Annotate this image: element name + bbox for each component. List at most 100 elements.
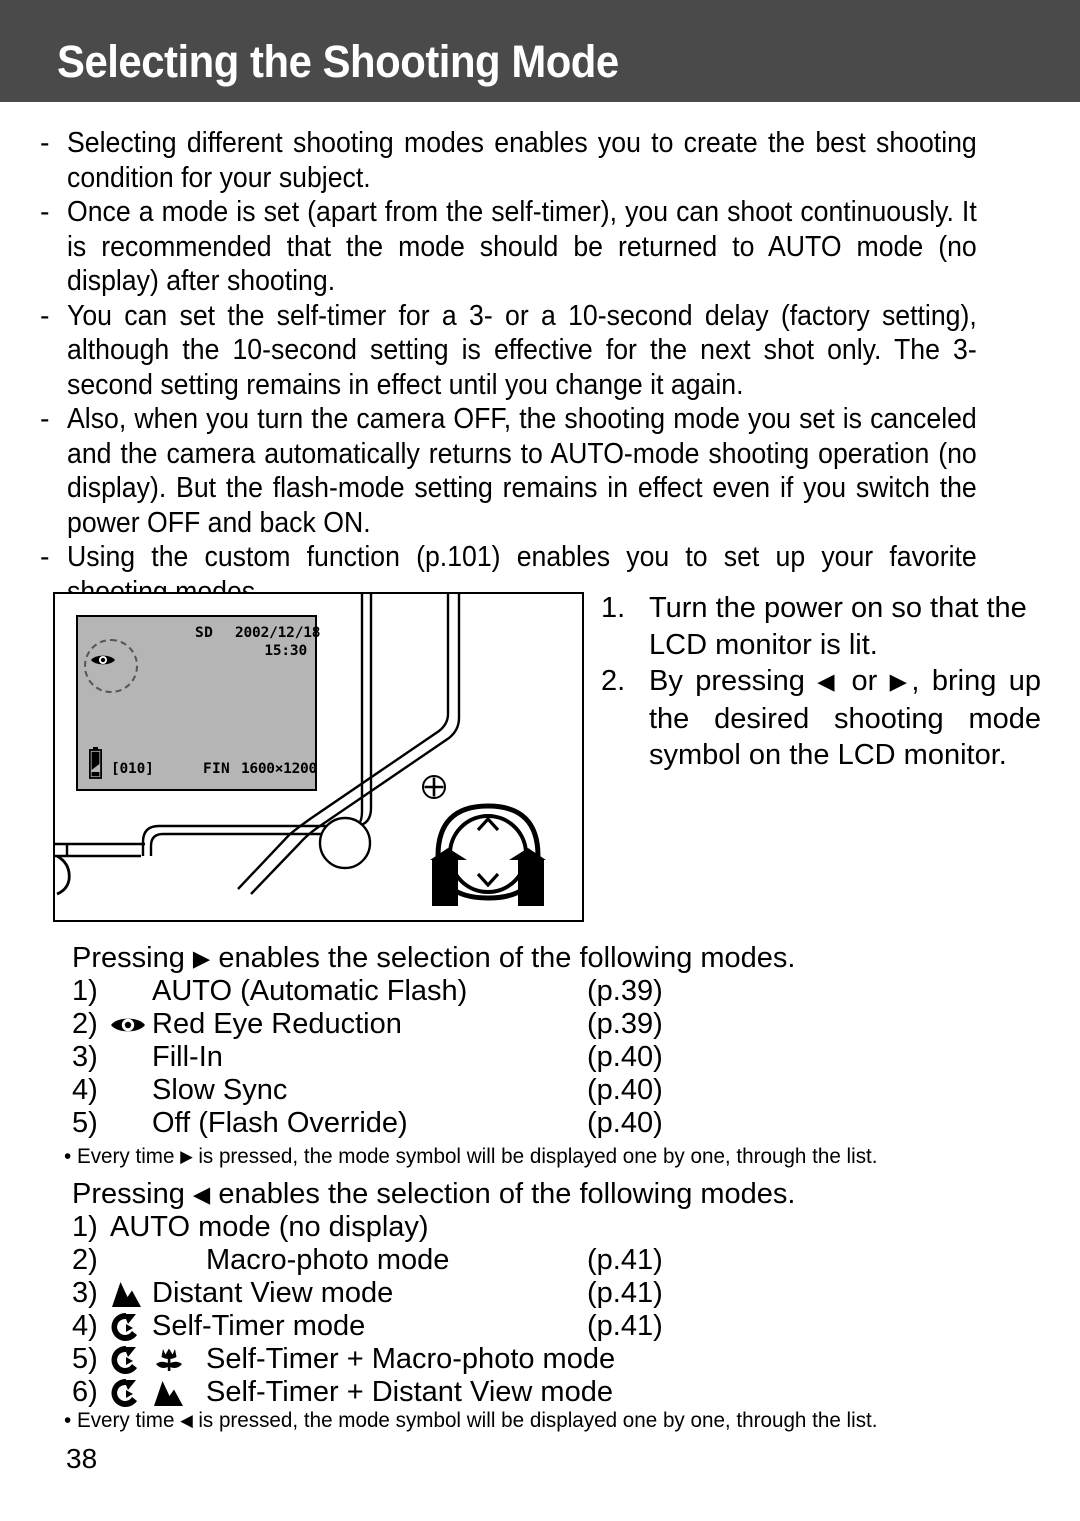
page-number: 38 (66, 1443, 98, 1474)
bullet-dash: - (40, 127, 50, 159)
mode-list-item[interactable]: 3) Distant View mode (p.41) (72, 1277, 1032, 1310)
mode-page-ref: (p.40) (587, 1107, 663, 1139)
right-triangle-icon: ▶ (192, 946, 211, 971)
mode-label: AUTO mode (no display) (110, 1211, 429, 1243)
intro-bullet-list: - Selecting different shooting modes ena… (40, 126, 1040, 609)
bullet-dash: - (40, 299, 50, 332)
bullet-dash: - (40, 541, 50, 573)
mode-icon-slot (152, 1378, 206, 1408)
numbered-steps: 1. Turn the power on so that the LCD mon… (601, 590, 1041, 774)
mode-icon-slot (110, 1377, 152, 1409)
mode-index: 4) (72, 1310, 98, 1342)
flash-mode-heading: Pressing ▶ enables the selection of the … (72, 942, 1032, 975)
mode-index: 5) (72, 1343, 98, 1375)
mode-page-ref: (p.41) (587, 1310, 663, 1342)
mode-list-item[interactable]: 5) Off (Flash Override) (p.40) (72, 1107, 1032, 1140)
mode-page-ref: (p.40) (587, 1074, 663, 1106)
mode-label: Macro-photo mode (206, 1244, 450, 1276)
mode-index: 3) (72, 1041, 98, 1073)
intro-bullet-text: You can set the self-timer for a 3- or a… (67, 299, 977, 401)
page-header-bar: Selecting the Shooting Mode (0, 0, 1080, 102)
round-button-icon[interactable] (318, 816, 372, 870)
mode-index: 6) (72, 1376, 98, 1408)
mode-list-item[interactable]: 1) AUTO (Automatic Flash) (p.39) (72, 975, 1032, 1008)
lcd-resolution: 1600×1200 (241, 761, 317, 777)
intro-bullet: - Also, when you turn the camera OFF, th… (40, 402, 1040, 540)
mode-list-item[interactable]: 4) Self-Timer mode (p.41) (72, 1310, 1032, 1343)
mode-index: 1) (72, 1211, 98, 1243)
intro-bullet-text: Once a mode is set (apart from the self-… (67, 196, 977, 297)
mode-page-ref: (p.41) (587, 1244, 663, 1276)
lcd-time: 15:30 (264, 643, 307, 659)
left-triangle-icon: ◀ (192, 1182, 211, 1207)
mountain-icon (154, 1380, 183, 1406)
page-title: Selecting the Shooting Mode (57, 36, 619, 87)
step-item: 1. Turn the power on so that the LCD mon… (601, 590, 1041, 663)
mode-list-item[interactable]: 4) Slow Sync (p.40) (72, 1074, 1032, 1107)
mode-label: Self-Timer mode (152, 1310, 366, 1342)
mode-index: 1) (72, 975, 98, 1007)
note-post: is pressed, the mode symbol will be disp… (192, 1144, 878, 1168)
mode-label: Off (Flash Override) (152, 1107, 408, 1139)
step-text: Turn the power on so that the LCD monito… (649, 592, 1027, 661)
mode-list-item[interactable]: 3) Fill-In (p.40) (72, 1041, 1032, 1074)
mode-icon-slot (110, 1279, 152, 1309)
shooting-mode-list: Pressing ◀ enables the selection of the … (72, 1178, 1032, 1409)
mode-list-item[interactable]: 6) Self-Timer + Distant View mode (72, 1376, 1032, 1409)
red-eye-icon (91, 655, 115, 665)
mode-list-item[interactable]: 2) Macro-photo mode (p.41) (72, 1244, 1032, 1277)
mode-list-item[interactable]: 1) AUTO mode (no display) (72, 1211, 1032, 1244)
red-eye-icon (111, 1018, 145, 1031)
shooting-mode-heading: Pressing ◀ enables the selection of the … (72, 1178, 1032, 1211)
step-text-pre: By pressing (649, 665, 818, 697)
self-timer-icon (111, 1312, 137, 1341)
mode-label: AUTO (Automatic Flash) (152, 975, 468, 1007)
note-pre: Every time (71, 1144, 181, 1168)
shooting-mode-note: • Every time ◀ is pressed, the mode symb… (64, 1407, 878, 1434)
mode-index: 3) (72, 1277, 98, 1309)
camera-illustration: SD 2002/12/18 15:30 [010] FIN 1600×1200 (53, 592, 584, 922)
mode-list-item[interactable]: 5) Self-Timer + Macro-photo mode (72, 1343, 1032, 1376)
mode-label: Red Eye Reduction (152, 1008, 402, 1040)
mode-page-ref: (p.39) (587, 975, 663, 1007)
heading-post: enables the selection of the following m… (210, 1178, 796, 1210)
lcd-monitor: SD 2002/12/18 15:30 [010] FIN 1600×1200 (76, 615, 321, 791)
intro-bullet: - You can set the self-timer for a 3- or… (40, 299, 1040, 403)
mode-label: Distant View mode (152, 1277, 394, 1309)
four-way-controller[interactable] (420, 782, 584, 922)
bullet-dash: - (40, 196, 50, 228)
lcd-quality: FIN (203, 761, 231, 777)
mode-label: Slow Sync (152, 1074, 288, 1106)
heading-pre: Pressing (72, 1178, 193, 1210)
step-number: 1. (601, 592, 626, 624)
step-text-mid: or (839, 665, 890, 697)
mode-page-ref: (p.39) (587, 1008, 663, 1040)
mode-index: 5) (72, 1107, 98, 1139)
mode-icon-slot (152, 1345, 206, 1375)
note-bullet: • (64, 1408, 72, 1432)
mode-label: Fill-In (152, 1041, 223, 1073)
mode-index: 2) (72, 1008, 98, 1040)
battery-icon (88, 747, 102, 779)
bullet-dash: - (40, 403, 50, 435)
left-triangle-icon: ◀ (817, 669, 840, 694)
intro-bullet: - Selecting different shooting modes ena… (40, 126, 1040, 195)
right-triangle-icon: ▶ (180, 1147, 193, 1166)
lcd-frame-count: [010] (111, 761, 154, 777)
mode-index: 2) (72, 1244, 98, 1276)
right-triangle-icon: ▶ (889, 669, 912, 694)
note-pre: Every time (71, 1408, 181, 1432)
mode-index: 4) (72, 1074, 98, 1106)
flash-mode-note: • Every time ▶ is pressed, the mode symb… (64, 1143, 878, 1170)
intro-bullet: - Once a mode is set (apart from the sel… (40, 195, 1040, 299)
mode-page-ref: (p.41) (587, 1277, 663, 1309)
note-post: is pressed, the mode symbol will be disp… (192, 1408, 878, 1432)
mode-icon-slot (110, 1015, 152, 1035)
mode-page-ref: (p.40) (587, 1041, 663, 1073)
lcd-date: 2002/12/18 (235, 625, 321, 641)
mode-list-item[interactable]: 2) Red Eye Reduction (p.39) (72, 1008, 1032, 1041)
flower-icon (156, 1348, 182, 1371)
self-timer-icon (111, 1378, 137, 1407)
mode-icon-slot (110, 1344, 152, 1376)
note-bullet: • (64, 1144, 72, 1168)
